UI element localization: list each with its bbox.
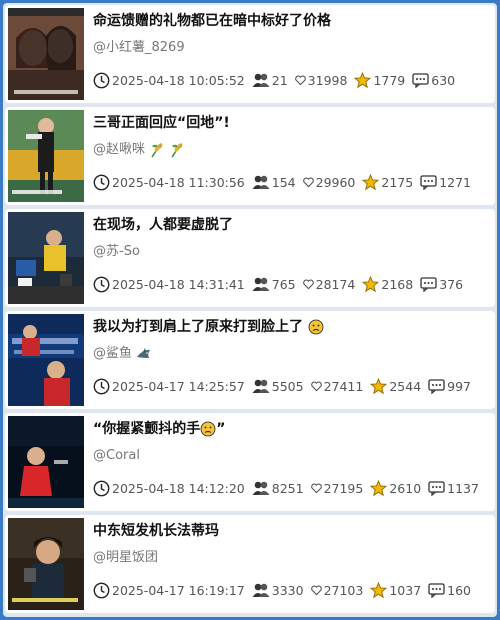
people-icon xyxy=(252,379,270,393)
post-shares[interactable]: 376 xyxy=(420,277,463,292)
video-thumbnail[interactable] xyxy=(8,212,84,304)
people-icon xyxy=(252,175,270,189)
post-author[interactable]: @小红薯_8269 xyxy=(93,39,185,57)
message-icon xyxy=(420,174,437,190)
post-datetime: 2025-04-17 14:25:57 xyxy=(93,378,245,395)
star-icon xyxy=(354,71,372,88)
video-thumbnail[interactable] xyxy=(8,314,84,406)
post-title[interactable]: 命运馈赠的礼物都已在暗中标好了价格 xyxy=(93,11,488,31)
post-favorites[interactable]: 2168 xyxy=(362,275,413,293)
post-stats: 2025-04-17 14:25:57 5505 27411 2544 997 xyxy=(93,377,478,395)
post-likes[interactable]: 29960 xyxy=(302,175,355,190)
clock-icon xyxy=(93,72,110,88)
people-icon xyxy=(252,277,270,291)
post-comments-count: 3330 xyxy=(252,582,304,598)
post-favorites[interactable]: 1779 xyxy=(354,71,405,89)
post-favorites[interactable]: 1037 xyxy=(370,581,421,599)
post-stats: 2025-04-18 14:12:20 8251 27195 2610 1137 xyxy=(93,479,486,497)
star-icon xyxy=(370,377,388,394)
post-favorites[interactable]: 2544 xyxy=(370,377,421,395)
post-title[interactable]: 我以为打到肩上了原来打到脸上了 xyxy=(93,317,488,337)
message-icon xyxy=(428,378,445,394)
video-thumbnail[interactable] xyxy=(8,110,84,202)
feed-list: 命运馈赠的礼物都已在暗中标好了价格 @小红薯_8269 2025-04-18 1… xyxy=(3,3,497,617)
message-icon xyxy=(420,276,437,292)
rice-ear-icon xyxy=(151,142,163,157)
heart-icon xyxy=(310,483,322,493)
post-datetime: 2025-04-18 14:31:41 xyxy=(93,276,245,293)
feed-card[interactable]: “你握紧颤抖的手” @Coral 2025-04-18 14:12:20 825… xyxy=(5,413,495,511)
clock-icon xyxy=(93,378,110,394)
shark-icon xyxy=(137,347,151,358)
post-datetime: 2025-04-18 10:05:52 xyxy=(93,72,245,89)
post-shares[interactable]: 630 xyxy=(412,73,455,88)
video-thumbnail[interactable] xyxy=(8,518,84,610)
star-icon xyxy=(362,275,380,292)
people-icon xyxy=(252,583,270,597)
message-icon xyxy=(428,480,445,496)
post-comments-count: 765 xyxy=(252,276,296,292)
post-shares[interactable]: 160 xyxy=(428,583,471,598)
post-stats: 2025-04-18 11:30:56 154 29960 2175 1271 xyxy=(93,173,478,191)
post-title[interactable]: 中东短发机长法蒂玛 xyxy=(93,521,488,541)
post-author[interactable]: @明星饭团 xyxy=(93,549,158,567)
post-author[interactable]: @鲨鱼 xyxy=(93,345,152,363)
post-title[interactable]: 在现场，人都要虚脱了 xyxy=(93,215,488,235)
post-comments-count: 21 xyxy=(252,72,288,88)
post-likes[interactable]: 27195 xyxy=(310,481,363,496)
post-shares[interactable]: 997 xyxy=(428,379,471,394)
feed-card[interactable]: 我以为打到肩上了原来打到脸上了 @鲨鱼 2025-04-17 14:25:57 … xyxy=(5,311,495,409)
clock-icon xyxy=(93,174,110,190)
post-datetime: 2025-04-18 14:12:20 xyxy=(93,480,245,497)
clock-icon xyxy=(93,480,110,496)
feed-card[interactable]: 在现场，人都要虚脱了 @苏-So 2025-04-18 14:31:41 765… xyxy=(5,209,495,307)
video-thumbnail[interactable] xyxy=(8,416,84,508)
worried-emoji-icon xyxy=(200,421,216,437)
feed-card[interactable]: 三哥正面回应“回地”! @赵啾咪 2025-04-18 11:30:56 154… xyxy=(5,107,495,205)
post-author[interactable]: @赵啾咪 xyxy=(93,141,185,159)
clock-icon xyxy=(93,276,110,292)
heart-icon xyxy=(310,585,322,595)
post-author[interactable]: @Coral xyxy=(93,447,140,465)
post-datetime: 2025-04-18 11:30:56 xyxy=(93,174,245,191)
post-comments-count: 154 xyxy=(252,174,296,190)
post-stats: 2025-04-18 10:05:52 21 31998 1779 630 xyxy=(93,71,462,89)
rice-ear-icon xyxy=(171,142,183,157)
post-favorites[interactable]: 2610 xyxy=(370,479,421,497)
feed-card[interactable]: 中东短发机长法蒂玛 @明星饭团 2025-04-17 16:19:17 3330… xyxy=(5,515,495,613)
message-icon xyxy=(428,582,445,598)
post-title[interactable]: “你握紧颤抖的手” xyxy=(93,419,488,439)
clock-icon xyxy=(93,582,110,598)
video-thumbnail[interactable] xyxy=(8,8,84,100)
frown-emoji-icon xyxy=(308,319,324,335)
message-icon xyxy=(412,72,429,88)
post-comments-count: 5505 xyxy=(252,378,304,394)
people-icon xyxy=(252,73,270,87)
heart-icon xyxy=(310,381,322,391)
star-icon xyxy=(370,581,388,598)
post-shares[interactable]: 1271 xyxy=(420,175,471,190)
heart-icon xyxy=(302,279,314,289)
post-stats: 2025-04-18 14:31:41 765 28174 2168 376 xyxy=(93,275,470,293)
heart-icon xyxy=(302,177,314,187)
heart-icon xyxy=(294,75,306,85)
post-title[interactable]: 三哥正面回应“回地”! xyxy=(93,113,488,133)
post-stats: 2025-04-17 16:19:17 3330 27103 1037 160 xyxy=(93,581,478,599)
post-comments-count: 8251 xyxy=(252,480,304,496)
feed-card[interactable]: 命运馈赠的礼物都已在暗中标好了价格 @小红薯_8269 2025-04-18 1… xyxy=(5,5,495,103)
post-shares[interactable]: 1137 xyxy=(428,481,479,496)
post-likes[interactable]: 27103 xyxy=(310,583,363,598)
post-likes[interactable]: 31998 xyxy=(294,73,347,88)
star-icon xyxy=(362,173,380,190)
post-author[interactable]: @苏-So xyxy=(93,243,140,261)
post-likes[interactable]: 27411 xyxy=(310,379,363,394)
post-favorites[interactable]: 2175 xyxy=(362,173,413,191)
post-datetime: 2025-04-17 16:19:17 xyxy=(93,582,245,599)
star-icon xyxy=(370,479,388,496)
people-icon xyxy=(252,481,270,495)
post-likes[interactable]: 28174 xyxy=(302,277,355,292)
